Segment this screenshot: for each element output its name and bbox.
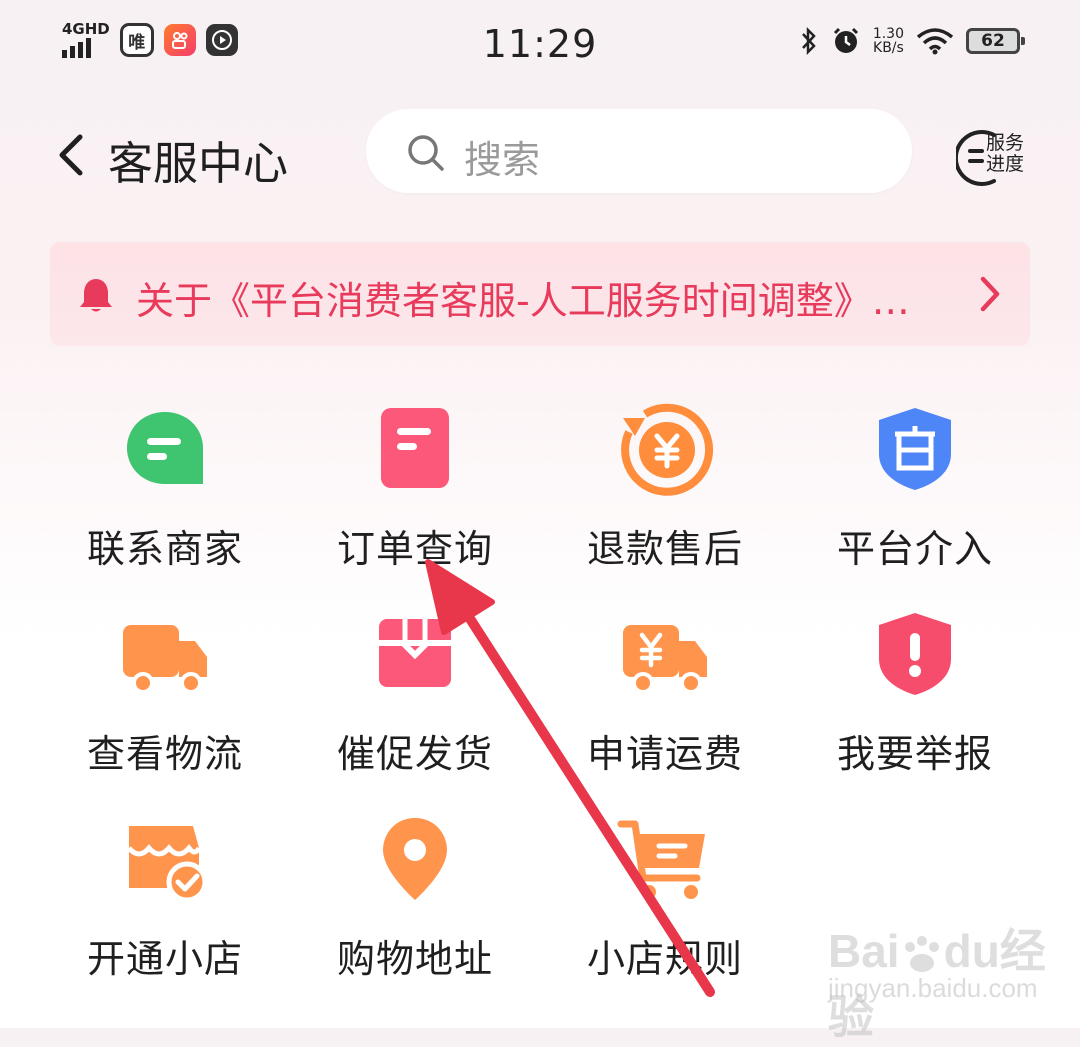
- service-report[interactable]: 我要举报: [790, 585, 1040, 785]
- service-open-shop[interactable]: 开通小店: [40, 790, 290, 990]
- back-arrow-icon[interactable]: [52, 125, 92, 185]
- page-title: 客服中心: [108, 137, 289, 190]
- service-view-logistics[interactable]: 查看物流: [40, 585, 290, 785]
- bell-icon: [80, 279, 112, 312]
- refund-yen-icon: [621, 403, 714, 496]
- official-shield-icon: [879, 408, 951, 490]
- service-order-query[interactable]: 订单查询: [290, 380, 540, 580]
- search-placeholder: 搜索: [464, 138, 541, 182]
- location-pin-icon: [383, 818, 447, 900]
- service-progress-label: 服务 进度: [986, 132, 1025, 175]
- shop-rules-cart-icon: [617, 820, 705, 899]
- search-bar[interactable]: 搜索: [366, 109, 912, 193]
- service-contact-merchant[interactable]: 联系商家: [40, 380, 290, 580]
- order-document-icon: [381, 408, 449, 488]
- service-refund-aftersale[interactable]: 退款售后: [540, 380, 790, 580]
- chat-bubble-icon: [127, 412, 203, 484]
- service-progress-button[interactable]: 服务 进度: [956, 123, 1032, 187]
- service-urge-shipment[interactable]: 催促发货: [290, 585, 540, 785]
- net-speed: 1.30 KB/s: [872, 26, 904, 56]
- package-box-icon: [379, 619, 451, 687]
- service-shopping-address[interactable]: 购物地址: [290, 790, 540, 990]
- status-bar: 4GHD 唯 11:29 1.30 KB/s 62: [0, 0, 1080, 90]
- chevron-right-icon: [980, 276, 1000, 312]
- notice-banner[interactable]: 关于《平台消费者客服-人工服务时间调整》…: [50, 242, 1030, 346]
- service-apply-freight[interactable]: 申请运费: [540, 585, 790, 785]
- status-right: 1.30 KB/s 62: [799, 26, 1025, 56]
- wifi-icon: [916, 28, 954, 55]
- service-platform-intervene[interactable]: 平台介入: [790, 380, 1040, 580]
- notice-text: 关于《平台消费者客服-人工服务时间调整》…: [136, 279, 910, 323]
- bluetooth-icon: [801, 26, 816, 56]
- open-shop-icon: [127, 826, 208, 903]
- baidu-watermark: Bai du经验 jingyan.baidu.com: [800, 915, 1050, 1043]
- freight-yen-truck-icon: [623, 625, 707, 694]
- battery-indicator: 62: [966, 28, 1025, 54]
- search-icon: [408, 135, 444, 171]
- alarm-clock-icon: [833, 27, 858, 53]
- paw-icon: [904, 935, 939, 972]
- report-shield-icon: [879, 613, 951, 695]
- watermark-url: jingyan.baidu.com: [828, 973, 1038, 1003]
- nav-bar: 客服中心 搜索 服务 进度: [0, 105, 1080, 200]
- delivery-truck-icon: [123, 625, 207, 694]
- service-shop-rules[interactable]: 小店规则: [540, 790, 790, 990]
